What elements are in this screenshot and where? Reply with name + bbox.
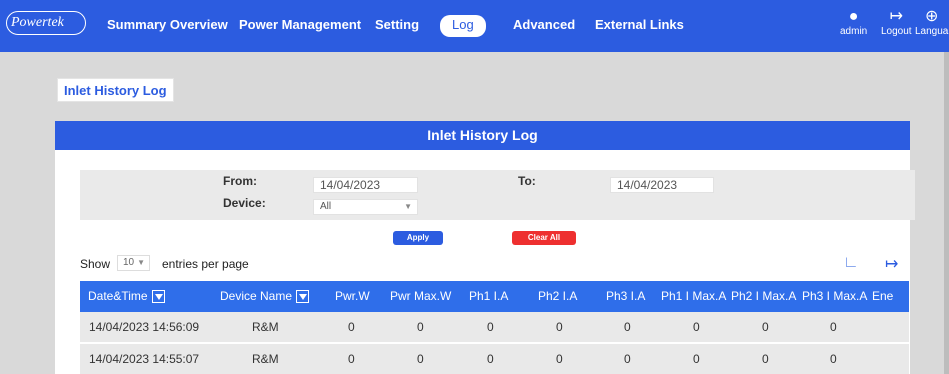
col-ph3-imax: Ph3 I Max.A bbox=[802, 289, 868, 303]
globe-icon: ⊕ bbox=[924, 8, 939, 25]
show-label: Show bbox=[80, 257, 111, 271]
cell-value: 0 bbox=[487, 352, 494, 366]
cell-device: R&M bbox=[252, 320, 279, 334]
entries-per-page-select[interactable]: 10 ▼ bbox=[117, 255, 150, 271]
clear-all-button[interactable]: Clear All bbox=[512, 231, 576, 245]
table-row: 14/04/2023 14:55:07 R&M 0 0 0 0 0 0 0 0 bbox=[80, 344, 909, 374]
chevron-down-icon: ▼ bbox=[404, 202, 412, 211]
cell-value: 0 bbox=[830, 352, 837, 366]
user-icon: ● bbox=[848, 8, 859, 25]
table-header: Date&Time Device Name Pwr.W Pwr Max.W Ph… bbox=[80, 281, 909, 312]
apply-button[interactable]: Apply bbox=[393, 231, 443, 245]
from-label: From: bbox=[223, 174, 257, 188]
logout-icon: ↦ bbox=[889, 8, 903, 25]
cell-value: 0 bbox=[556, 352, 563, 366]
logout-label: Logout bbox=[881, 26, 912, 37]
from-date-input[interactable]: 14/04/2023 bbox=[313, 177, 418, 193]
user-label: admin bbox=[840, 26, 868, 37]
nav-external-links[interactable]: External Links bbox=[595, 17, 684, 32]
page-scroll-edge bbox=[944, 52, 949, 374]
cell-value: 0 bbox=[762, 320, 769, 334]
user-menu[interactable]: ● admin bbox=[840, 8, 867, 37]
col-ph1-ia: Ph1 I.A bbox=[469, 289, 509, 303]
col-ph2-ia: Ph2 I.A bbox=[538, 289, 578, 303]
chart-icon[interactable]: ∟ bbox=[843, 254, 859, 272]
nav-power-management[interactable]: Power Management bbox=[239, 17, 361, 32]
nav-summary-overview[interactable]: Summary Overview bbox=[107, 17, 228, 32]
powertek-logo[interactable]: Powertek bbox=[6, 11, 86, 35]
col-device-name[interactable]: Device Name bbox=[220, 281, 310, 312]
col-pwr-w: Pwr.W bbox=[335, 289, 370, 303]
cell-value: 0 bbox=[762, 352, 769, 366]
col-ph1-imax: Ph1 I Max.A bbox=[661, 289, 727, 303]
cell-value: 0 bbox=[417, 352, 424, 366]
col-ph3-ia: Ph3 I.A bbox=[606, 289, 646, 303]
device-select[interactable]: All ▼ bbox=[313, 199, 418, 215]
col-pwr-max-w: Pwr Max.W bbox=[390, 289, 452, 303]
page-tab-title: Inlet History Log bbox=[57, 78, 174, 102]
cell-value: 0 bbox=[624, 352, 631, 366]
entries-per-page-label: entries per page bbox=[162, 257, 249, 271]
cell-value: 0 bbox=[624, 320, 631, 334]
cell-value: 0 bbox=[556, 320, 563, 334]
panel-header: Inlet History Log bbox=[55, 121, 910, 150]
nav-advanced[interactable]: Advanced bbox=[513, 17, 575, 32]
logout-button[interactable]: ↦ Logout bbox=[881, 8, 912, 37]
to-date-input[interactable]: 14/04/2023 bbox=[610, 177, 714, 193]
entries-value: 10 bbox=[123, 257, 135, 268]
filter-box: From: 14/04/2023 To: 14/04/2023 Device: … bbox=[80, 170, 915, 220]
cell-value: 0 bbox=[830, 320, 837, 334]
to-label: To: bbox=[518, 174, 536, 188]
cell-value: 0 bbox=[348, 352, 355, 366]
col-datetime[interactable]: Date&Time bbox=[88, 281, 165, 312]
nav-log[interactable]: Log bbox=[440, 15, 486, 37]
col-energy: Ene bbox=[872, 289, 894, 303]
export-icon[interactable]: ↦ bbox=[885, 254, 898, 274]
cell-device: R&M bbox=[252, 352, 279, 366]
cell-value: 0 bbox=[417, 320, 424, 334]
cell-value: 0 bbox=[693, 320, 700, 334]
device-select-value: All bbox=[320, 201, 332, 212]
col-ph2-imax: Ph2 I Max.A bbox=[731, 289, 797, 303]
chevron-down-icon: ▼ bbox=[137, 258, 145, 267]
sort-icon[interactable] bbox=[151, 290, 165, 304]
cell-datetime: 14/04/2023 14:56:09 bbox=[89, 320, 200, 334]
language-button[interactable]: ⊕ Langua bbox=[915, 8, 948, 37]
cell-value: 0 bbox=[693, 352, 700, 366]
cell-value: 0 bbox=[348, 320, 355, 334]
sort-icon[interactable] bbox=[296, 290, 310, 304]
nav-setting[interactable]: Setting bbox=[375, 17, 419, 32]
language-label: Langua bbox=[915, 26, 949, 37]
cell-value: 0 bbox=[487, 320, 494, 334]
top-navbar: Powertek Summary Overview Power Manageme… bbox=[0, 0, 949, 52]
table-row: 14/04/2023 14:56:09 R&M 0 0 0 0 0 0 0 0 bbox=[80, 312, 909, 343]
device-label: Device: bbox=[223, 196, 266, 210]
cell-datetime: 14/04/2023 14:55:07 bbox=[89, 352, 200, 366]
